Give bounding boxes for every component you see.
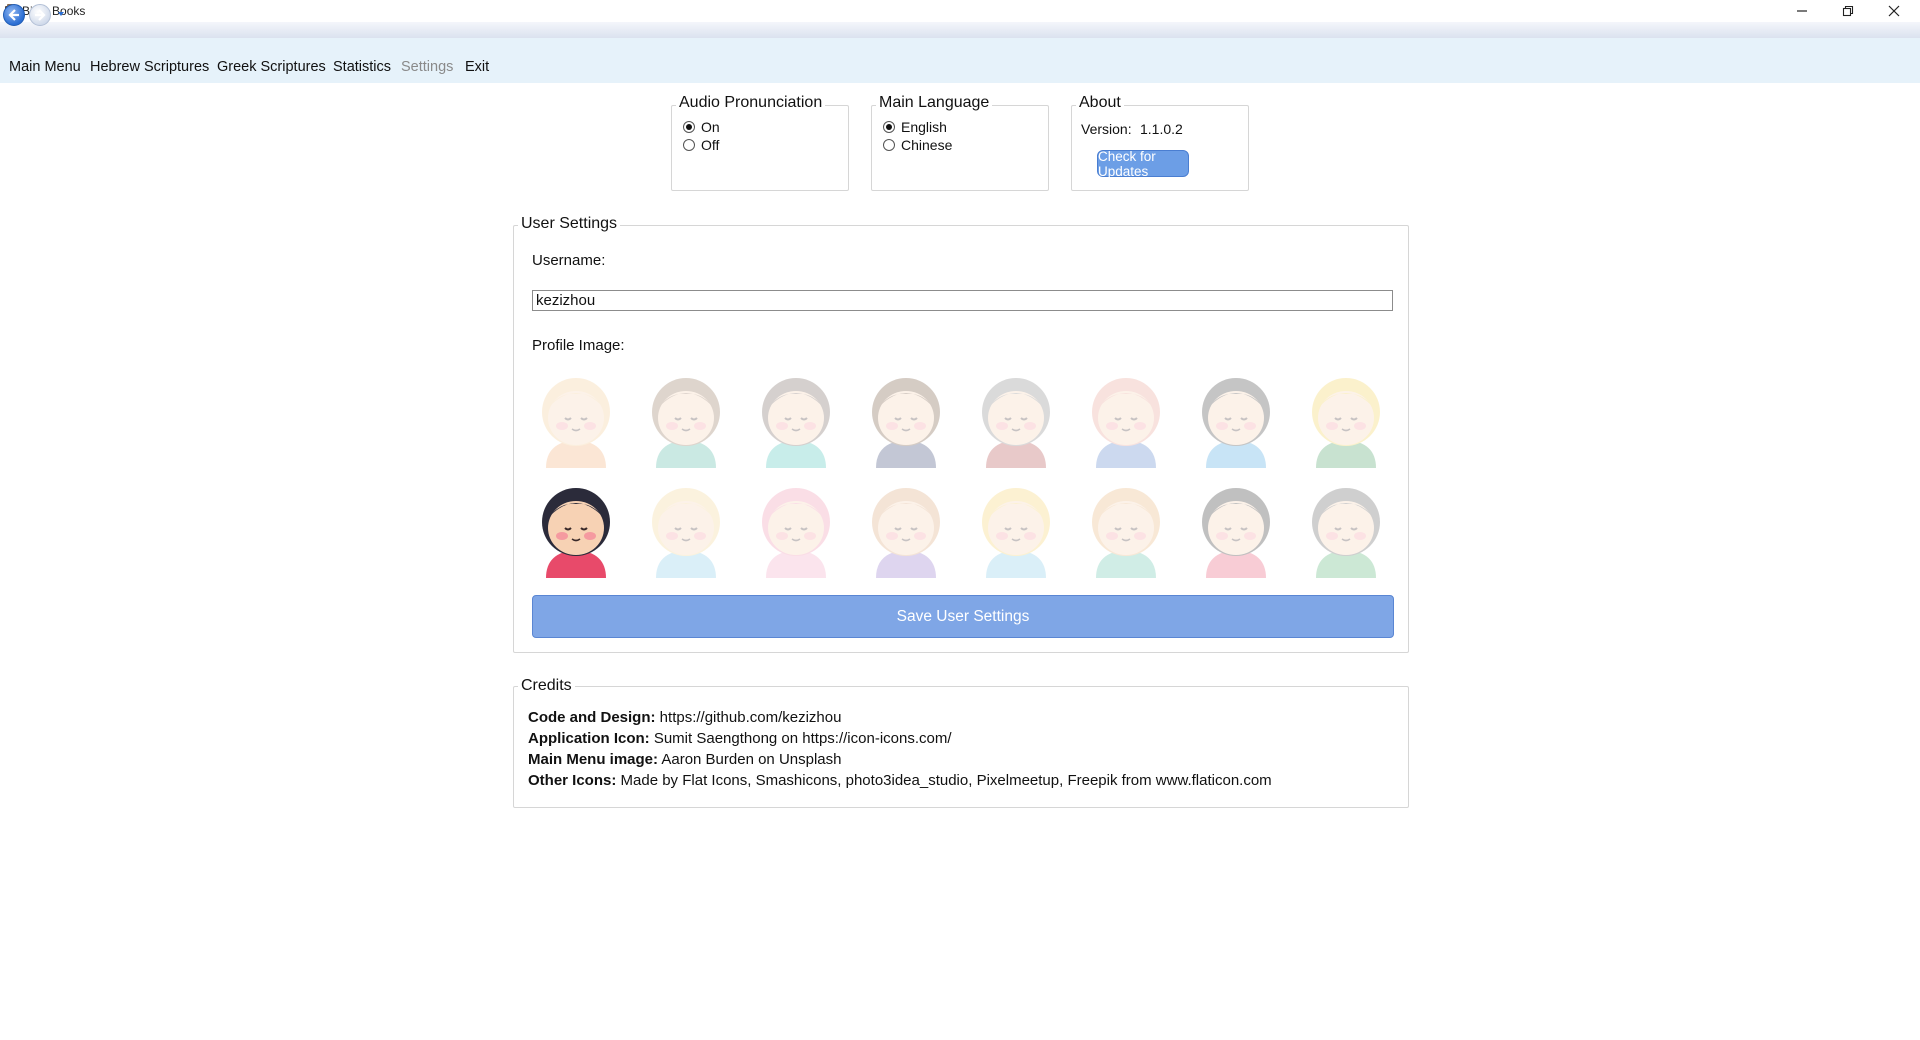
avatar-man-blond-icon (1312, 378, 1380, 468)
avatar-girl-pink-buns-icon (762, 488, 830, 578)
profile-avatar-option[interactable] (1082, 478, 1170, 578)
avatar-boy-grey-icon (982, 378, 1050, 468)
profile-avatar-option[interactable] (1192, 368, 1280, 468)
forward-button[interactable] (29, 4, 51, 26)
credit-key: Other Icons: (528, 772, 617, 789)
credit-value: Made by Flat Icons, Smashicons, photo3id… (616, 772, 1272, 789)
version-label: Version: (1081, 121, 1132, 137)
credit-main-menu-image: Main Menu image: Aaron Burden on Unsplas… (528, 751, 841, 768)
credit-code-design: Code and Design: https://github.com/kezi… (528, 709, 841, 726)
credit-value: Sumit Saengthong on https://icon-icons.c… (649, 730, 952, 747)
avatar-boy-brown-icon (872, 378, 940, 468)
profile-avatar-option[interactable] (972, 368, 1060, 468)
credit-value: Aaron Burden on Unsplash (658, 751, 842, 768)
profile-avatar-option[interactable] (532, 368, 620, 468)
menu-exit[interactable]: Exit (465, 59, 489, 75)
language-chinese-radio[interactable]: Chinese (883, 137, 952, 153)
radio-checked-icon (683, 121, 695, 133)
check-for-updates-button[interactable]: Check for Updates (1097, 149, 1189, 179)
profile-avatar-option[interactable] (1192, 478, 1280, 578)
credit-value: https://github.com/kezizhou (655, 709, 842, 726)
avatar-girl-flowers-icon (1092, 488, 1160, 578)
close-icon (1888, 5, 1900, 17)
avatar-girl-long-icon (872, 488, 940, 578)
profile-avatar-option[interactable] (642, 478, 730, 578)
close-button[interactable] (1872, 0, 1916, 22)
audio-off-label: Off (701, 137, 720, 153)
back-arrow-icon (8, 9, 19, 21)
profile-avatar-option[interactable] (642, 368, 730, 468)
credit-key: Main Menu image: (528, 751, 659, 768)
minimize-button[interactable] (1780, 0, 1824, 22)
avatar-boy-pink-icon (1092, 378, 1160, 468)
menu-hebrew-scriptures[interactable]: Hebrew Scriptures (90, 59, 209, 75)
profile-avatar-option[interactable] (1302, 368, 1390, 468)
language-english-label: English (901, 119, 947, 135)
avatar-boy-cap-icon (542, 378, 610, 468)
profile-avatar-option[interactable] (1082, 368, 1170, 468)
profile-avatar-option[interactable] (862, 368, 950, 468)
avatar-girl-pigtails-icon (982, 488, 1050, 578)
credit-key: Application Icon: (528, 730, 650, 747)
restore-icon (1842, 5, 1854, 17)
menu-bar: Main Menu Hebrew Scriptures Greek Script… (0, 38, 1920, 83)
avatar-girl-blonde-icon (652, 488, 720, 578)
user-settings-title: User Settings (518, 215, 621, 233)
profile-avatar-option[interactable] (862, 478, 950, 578)
history-dropdown-icon[interactable] (58, 12, 64, 16)
restore-button[interactable] (1826, 0, 1870, 22)
profile-avatar-option[interactable] (532, 478, 620, 578)
avatar-boy-headband-icon (762, 378, 830, 468)
main-language-title: Main Language (876, 94, 993, 112)
audio-pronunciation-title: Audio Pronunciation (676, 94, 826, 112)
menu-main-menu[interactable]: Main Menu (9, 59, 81, 75)
menu-greek-scriptures[interactable]: Greek Scriptures (217, 59, 326, 75)
credit-application-icon: Application Icon: Sumit Saengthong on ht… (528, 730, 952, 747)
avatar-girl-grey-icon (1312, 488, 1380, 578)
avatar-man-black-icon (1202, 378, 1270, 468)
save-user-settings-button[interactable]: Save User Settings (532, 595, 1394, 638)
profile-avatar-option[interactable] (752, 368, 840, 468)
radio-unchecked-icon (883, 139, 895, 151)
language-chinese-label: Chinese (901, 137, 953, 153)
radio-checked-icon (883, 121, 895, 133)
title-bar: Bible Books (0, 0, 1920, 22)
username-input[interactable] (532, 290, 1393, 311)
audio-on-label: On (701, 119, 720, 135)
language-english-radio[interactable]: English (883, 119, 947, 135)
credit-other-icons: Other Icons: Made by Flat Icons, Smashic… (528, 772, 1272, 789)
menu-settings[interactable]: Settings (401, 59, 453, 75)
audio-on-radio[interactable]: On (683, 119, 720, 135)
avatar-girl-headscarf-icon (542, 488, 610, 578)
profile-image-label: Profile Image: (532, 337, 625, 354)
avatar-girl-black-flower-icon (1202, 488, 1270, 578)
about-title: About (1076, 94, 1124, 112)
radio-unchecked-icon (683, 139, 695, 151)
username-label: Username: (532, 252, 606, 269)
profile-avatar-option[interactable] (1302, 478, 1390, 578)
navigation-strip (0, 22, 1920, 38)
version-value: 1.1.0.2 (1140, 121, 1183, 137)
back-button[interactable] (3, 4, 25, 26)
credits-group (513, 686, 1409, 808)
credits-title: Credits (518, 677, 575, 695)
minimize-icon (1797, 10, 1807, 12)
profile-avatar-option[interactable] (972, 478, 1060, 578)
menu-statistics[interactable]: Statistics (333, 59, 391, 75)
audio-off-radio[interactable]: Off (683, 137, 719, 153)
profile-avatar-option[interactable] (752, 478, 840, 578)
avatar-boy-curly-icon (652, 378, 720, 468)
forward-arrow-icon (35, 9, 46, 21)
credit-key: Code and Design: (528, 709, 656, 726)
